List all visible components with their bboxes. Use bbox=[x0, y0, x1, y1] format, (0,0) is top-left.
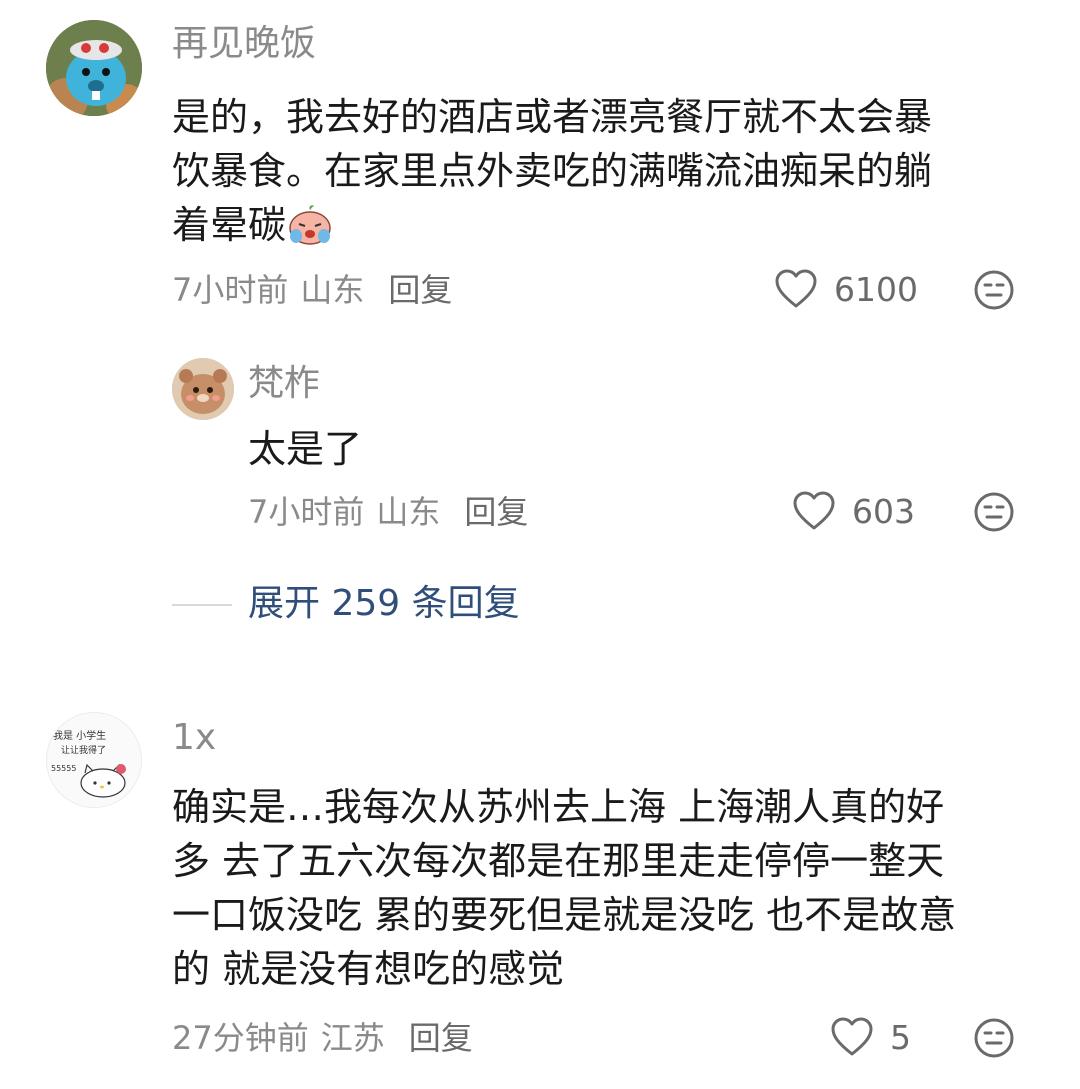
avatar-text: 让让我得了 bbox=[61, 744, 106, 756]
comment-text-line: 是的，我去好的酒店或者漂亮餐厅就不太会暴 bbox=[172, 95, 933, 139]
comment-text-line: 确实是…我每次从苏州去上海 上海潮人真的好 bbox=[172, 785, 945, 829]
timestamp: 7小时前 bbox=[172, 271, 289, 309]
comment-meta: 7小时前 山东 回复 bbox=[248, 492, 528, 532]
dislike-button[interactable] bbox=[972, 490, 1016, 534]
heart-outline-icon bbox=[775, 269, 817, 308]
crying-peach-emoji-icon bbox=[286, 202, 334, 260]
timestamp: 27分钟前 bbox=[172, 1019, 309, 1057]
avatar[interactable] bbox=[172, 358, 234, 420]
comment-text-line: 的 就是没有想吃的感觉 bbox=[172, 947, 565, 991]
like-button[interactable] bbox=[792, 490, 838, 534]
like-button[interactable] bbox=[830, 1016, 876, 1060]
heart-outline-icon bbox=[793, 491, 835, 530]
comment-meta: 27分钟前 江苏 回复 bbox=[172, 1018, 473, 1058]
like-button[interactable] bbox=[774, 268, 820, 312]
comment-text-line: 太是了 bbox=[248, 427, 363, 471]
neutral-face-icon bbox=[974, 270, 1014, 310]
comment-text: 着晕碳 bbox=[172, 203, 287, 247]
neutral-face-icon bbox=[974, 1018, 1014, 1058]
username[interactable]: 1x bbox=[172, 716, 216, 760]
dislike-button[interactable] bbox=[972, 268, 1016, 312]
comment-meta: 7小时前 山东 回复 bbox=[172, 270, 452, 310]
reply-button[interactable]: 回复 bbox=[464, 493, 528, 531]
avatar[interactable]: 我是 小学生 让让我得了 55555 bbox=[46, 712, 142, 808]
blue-plush-avatar-image bbox=[46, 20, 142, 116]
expand-replies-button[interactable]: 展开 259 条回复 bbox=[248, 582, 520, 626]
reply-button[interactable]: 回复 bbox=[409, 1019, 473, 1057]
dislike-button[interactable] bbox=[972, 1016, 1016, 1060]
comment-text-line: 多 去了五六次每次都是在那里走走停停一整天 bbox=[172, 839, 945, 883]
location: 山东 bbox=[376, 493, 441, 531]
like-count: 5 bbox=[890, 1018, 911, 1057]
neutral-face-icon bbox=[974, 492, 1014, 532]
username[interactable]: 再见晚饭 bbox=[172, 22, 316, 66]
heart-outline-icon bbox=[831, 1017, 873, 1056]
avatar-text: 55555 bbox=[51, 764, 76, 773]
comment-text-line: 一口饭没吃 累的要死但是就是没吃 也不是故意 bbox=[172, 893, 957, 937]
reply-button[interactable]: 回复 bbox=[388, 271, 452, 309]
avatar-text: 我是 小学生 bbox=[53, 729, 106, 742]
location: 江苏 bbox=[320, 1019, 385, 1057]
like-count: 603 bbox=[852, 492, 915, 531]
hello-kitty-sketch-avatar-image: 我是 小学生 让让我得了 55555 bbox=[51, 729, 126, 798]
location: 山东 bbox=[300, 271, 365, 309]
like-count: 6100 bbox=[834, 270, 918, 309]
comment-text-line: 饮暴食。在家里点外卖吃的满嘴流油痴呆的躺 bbox=[172, 149, 933, 193]
avatar[interactable] bbox=[46, 20, 142, 116]
timestamp: 7小时前 bbox=[248, 493, 365, 531]
bear-plush-avatar-image bbox=[172, 358, 234, 420]
divider-line bbox=[172, 604, 232, 606]
comment-text-line-with-emoji: 着晕碳 bbox=[172, 198, 334, 260]
username[interactable]: 梵柞 bbox=[248, 362, 320, 406]
